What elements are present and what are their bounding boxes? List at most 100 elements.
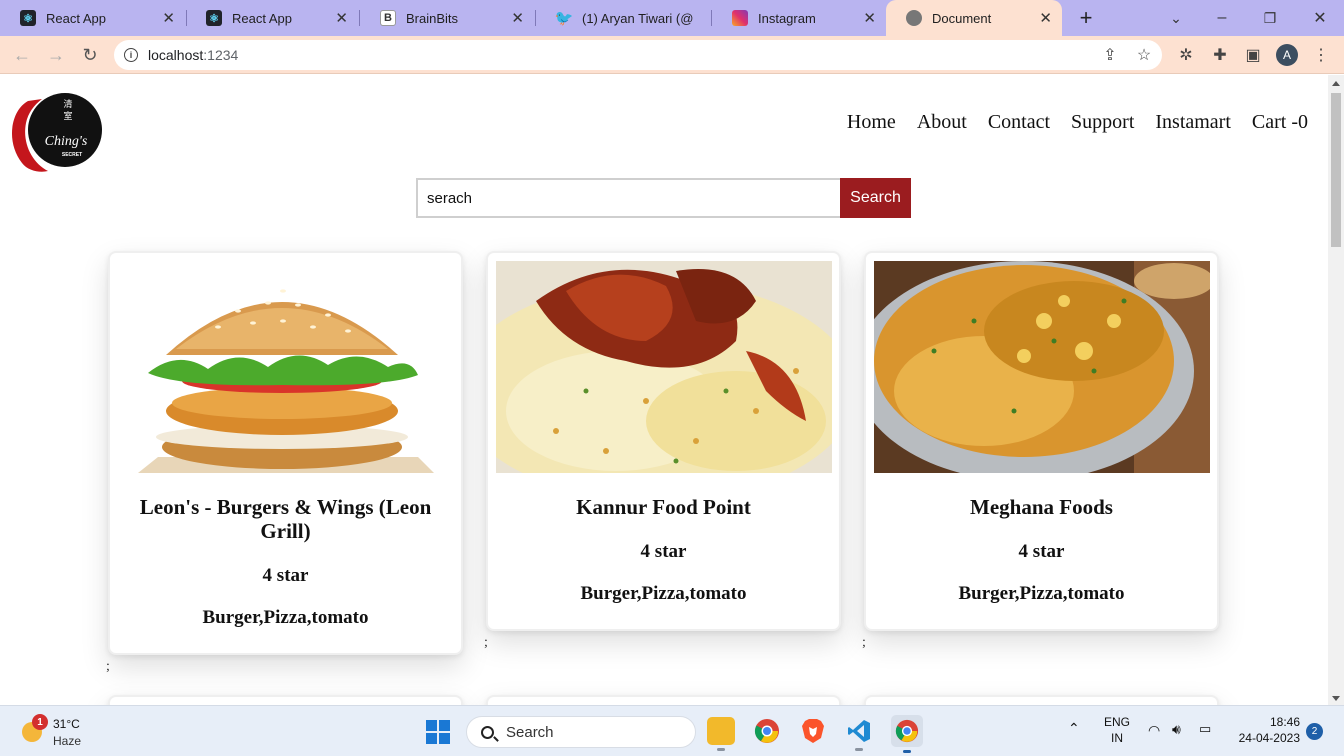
- twitter-icon: 🐦: [554, 10, 574, 27]
- separator-text: ;: [106, 659, 110, 674]
- tab-brainbits[interactable]: B BrainBits ✕: [360, 0, 534, 36]
- tab-strip: ⚛ React App ✕ ⚛ React App ✕ B BrainBits …: [0, 0, 1344, 36]
- restaurant-card[interactable]: [108, 695, 463, 705]
- restaurant-rating: 4 star: [1018, 541, 1065, 562]
- weather-temp: 31°C: [53, 717, 80, 731]
- reload-button[interactable]: ↻: [76, 41, 104, 69]
- restore-button[interactable]: ❐: [1246, 0, 1294, 36]
- forward-button[interactable]: →: [42, 41, 70, 69]
- address-bar[interactable]: i localhost:1234: [114, 40, 1162, 70]
- close-icon[interactable]: ✕: [511, 9, 524, 27]
- restaurant-cuisines: Burger,Pizza,tomato: [958, 583, 1125, 604]
- clock[interactable]: 18:46 24-04-2023: [1228, 714, 1300, 746]
- browser-toolbar: ← → ↻ i localhost:1234 ⇪ ☆ ✲ ✚ ▣ A ⋮: [0, 36, 1344, 74]
- search-icon: [481, 725, 494, 739]
- nav-cart[interactable]: Cart -0: [1252, 111, 1308, 134]
- new-tab-button[interactable]: +: [1072, 4, 1100, 32]
- react-icon: ⚛: [20, 10, 36, 26]
- svg-text:Ching's: Ching's: [45, 134, 88, 149]
- taskbar-search[interactable]: Search: [466, 716, 696, 748]
- site-logo[interactable]: 清 室 Ching's SECRET: [8, 93, 104, 173]
- scroll-thumb[interactable]: [1331, 93, 1341, 247]
- share-icon[interactable]: ⇪: [1098, 43, 1122, 67]
- nav-instamart[interactable]: Instamart: [1155, 111, 1231, 134]
- tray-chevron-icon[interactable]: ⌃: [1068, 720, 1080, 736]
- window-close-button[interactable]: ✕: [1296, 0, 1344, 36]
- tab-react-app-2[interactable]: ⚛ React App ✕: [186, 0, 358, 36]
- info-icon[interactable]: i: [124, 48, 138, 62]
- tab-title: BrainBits: [406, 10, 459, 26]
- weather-widget[interactable]: 1 31°C Haze: [20, 714, 90, 750]
- restaurant-image-pulao: [874, 261, 1210, 473]
- battery-icon[interactable]: ▭: [1199, 721, 1211, 737]
- search-input[interactable]: [416, 178, 840, 218]
- tab-react-app-1[interactable]: ⚛ React App ✕: [0, 0, 185, 36]
- tab-search-icon[interactable]: ⌄: [1152, 0, 1200, 36]
- search-button[interactable]: Search: [840, 178, 911, 218]
- scroll-up-icon[interactable]: [1332, 81, 1340, 86]
- tab-title: Document: [932, 10, 992, 26]
- wifi-icon[interactable]: ◠: [1148, 722, 1160, 738]
- weather-badge: 1: [32, 714, 48, 730]
- file-explorer-icon[interactable]: [707, 717, 735, 751]
- back-button[interactable]: ←: [8, 41, 36, 69]
- restaurant-name: Kannur Food Point: [576, 495, 751, 519]
- restaurant-card[interactable]: Leon's - Burgers & Wings (Leon Grill) 4 …: [108, 251, 463, 655]
- nav-home[interactable]: Home: [847, 111, 896, 134]
- vscode-icon[interactable]: [845, 717, 873, 751]
- restaurant-name: Meghana Foods: [970, 495, 1113, 519]
- restaurant-card[interactable]: Kannur Food Point 4 star Burger,Pizza,to…: [486, 251, 841, 631]
- bookmark-star-icon[interactable]: ☆: [1132, 43, 1156, 67]
- extensions-puzzle-icon[interactable]: ✚: [1208, 43, 1232, 67]
- restaurant-cuisines: Burger,Pizza,tomato: [202, 607, 369, 628]
- minimize-button[interactable]: –: [1198, 0, 1246, 36]
- side-panel-icon[interactable]: ▣: [1241, 43, 1265, 67]
- restaurant-rating: 4 star: [640, 541, 687, 562]
- svg-text:SECRET: SECRET: [62, 152, 82, 158]
- main-nav: Home About Contact Support Instamart Car…: [847, 111, 1308, 134]
- tab-twitter[interactable]: 🐦 (1) Aryan Tiwari (@: [536, 0, 710, 36]
- search-bar: Search: [416, 178, 911, 218]
- restaurant-image-biryani: [496, 261, 832, 473]
- svg-text:室: 室: [63, 110, 72, 121]
- close-icon[interactable]: ✕: [863, 9, 876, 27]
- brave-icon[interactable]: [799, 717, 827, 745]
- tab-title: React App: [232, 10, 292, 26]
- notification-badge[interactable]: 2: [1306, 723, 1323, 740]
- tab-title: (1) Aryan Tiwari (@: [582, 10, 694, 26]
- svg-text:清: 清: [63, 98, 72, 109]
- restaurant-card[interactable]: [864, 695, 1219, 705]
- extension-bug-icon[interactable]: ✲: [1174, 43, 1198, 67]
- separator-text: ;: [862, 635, 866, 650]
- tab-instagram[interactable]: Instagram ✕: [712, 0, 886, 36]
- chrome-icon[interactable]: [753, 717, 781, 745]
- windows-start-icon[interactable]: [426, 720, 450, 744]
- close-icon[interactable]: ✕: [162, 9, 175, 27]
- taskbar-search-label: Search: [506, 723, 554, 741]
- volume-icon[interactable]: 🔊︎: [1172, 721, 1181, 737]
- restaurant-cuisines: Burger,Pizza,tomato: [580, 583, 747, 604]
- nav-support[interactable]: Support: [1071, 111, 1134, 134]
- scroll-down-icon[interactable]: [1332, 696, 1340, 701]
- close-icon[interactable]: ✕: [1039, 9, 1052, 27]
- nav-about[interactable]: About: [917, 111, 967, 134]
- close-icon[interactable]: ✕: [335, 9, 348, 27]
- separator-text: ;: [484, 635, 488, 650]
- brainbits-icon: B: [380, 10, 396, 26]
- profile-avatar[interactable]: A: [1276, 44, 1298, 66]
- page-scrollbar[interactable]: [1328, 75, 1344, 705]
- language-indicator[interactable]: ENG IN: [1102, 714, 1132, 746]
- menu-kebab-icon[interactable]: ⋮: [1309, 43, 1333, 67]
- globe-icon: [906, 10, 922, 26]
- weather-condition: Haze: [53, 734, 82, 748]
- restaurant-card[interactable]: [486, 695, 841, 705]
- tab-title: Instagram: [758, 10, 816, 26]
- restaurant-name: Leon's - Burgers & Wings (Leon Grill): [139, 495, 432, 543]
- tab-document[interactable]: Document ✕: [886, 0, 1062, 36]
- restaurant-image-burger: [118, 261, 454, 473]
- restaurant-card[interactable]: Meghana Foods 4 star Burger,Pizza,tomato: [864, 251, 1219, 631]
- chrome-profile-icon[interactable]: [891, 715, 923, 753]
- react-icon: ⚛: [206, 10, 222, 26]
- address-url: localhost:1234: [148, 47, 239, 63]
- nav-contact[interactable]: Contact: [988, 111, 1050, 134]
